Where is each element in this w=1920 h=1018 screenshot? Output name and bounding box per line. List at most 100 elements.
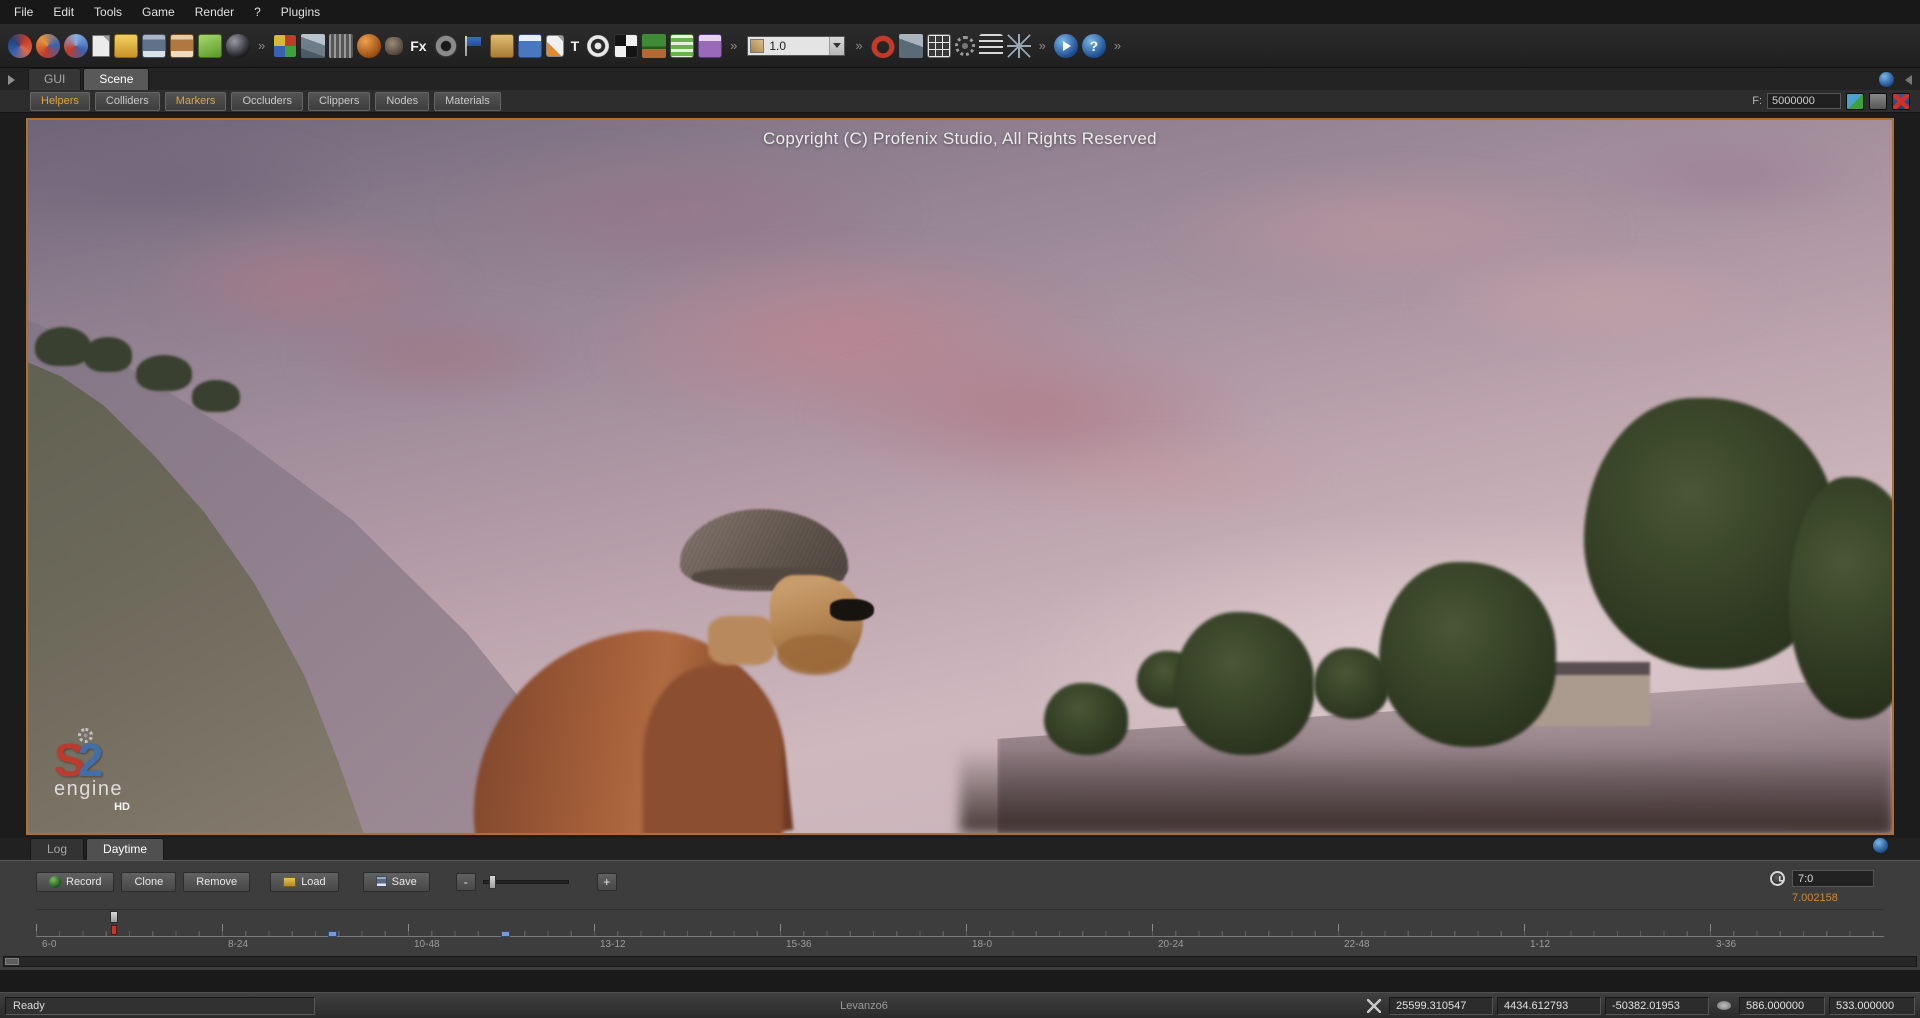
- gear-icon[interactable]: [955, 36, 975, 56]
- s2-open-project-icon[interactable]: [36, 34, 60, 58]
- viewport-close-icon[interactable]: [1892, 93, 1910, 110]
- checker-icon[interactable]: [614, 34, 638, 58]
- zoom-out-button[interactable]: -: [456, 873, 476, 891]
- cube-icon[interactable]: [273, 34, 297, 58]
- clippers-button[interactable]: Clippers: [308, 92, 370, 111]
- logo-s2: S2: [54, 738, 184, 782]
- clock-icon: [1770, 871, 1785, 886]
- mesh-icon[interactable]: [329, 34, 353, 58]
- toolbar-overflow-chevron[interactable]: »: [730, 38, 737, 53]
- timeline-label: 10-48: [414, 939, 440, 950]
- markers-button[interactable]: Markers: [165, 92, 227, 111]
- record-button[interactable]: Record: [36, 872, 114, 892]
- fog-terrain-icon[interactable]: [899, 34, 923, 58]
- copyright-watermark: Copyright (C) Profenix Studio, All Right…: [28, 129, 1892, 149]
- tab-daytime[interactable]: Daytime: [86, 838, 164, 860]
- clone-button[interactable]: Clone: [121, 872, 176, 892]
- save-as-icon[interactable]: [170, 34, 194, 58]
- task-list-icon[interactable]: [670, 34, 694, 58]
- viewport-monitor-icon[interactable]: [1869, 93, 1887, 110]
- planet-icon[interactable]: [357, 34, 381, 58]
- timeline-scrollbar[interactable]: [3, 956, 1917, 967]
- ridge-tree: [84, 337, 132, 371]
- s2-new-project-icon[interactable]: [8, 34, 32, 58]
- daytime-timeline[interactable]: 6-0 8-24 10-48 13-12 15-36 18-0 20-24 22…: [36, 909, 1884, 947]
- timeline-cursor-handle[interactable]: [110, 911, 118, 923]
- tab-log[interactable]: Log: [30, 838, 84, 860]
- viewport-3d[interactable]: Copyright (C) Profenix Studio, All Right…: [26, 118, 1894, 835]
- timeline-label: 13-12: [600, 939, 626, 950]
- nodes-button[interactable]: Nodes: [375, 92, 429, 111]
- horizontal-lines-icon[interactable]: [979, 34, 1003, 58]
- play-icon[interactable]: [1054, 34, 1078, 58]
- import-file-icon[interactable]: [114, 34, 138, 58]
- save-file-icon[interactable]: [142, 34, 166, 58]
- menu-item-help[interactable]: ?: [244, 3, 271, 21]
- colliders-button[interactable]: Colliders: [95, 92, 160, 111]
- coord-z-value: -50382.01953: [1605, 997, 1709, 1015]
- plant-icon[interactable]: [642, 34, 666, 58]
- bottom-panel-options-icon[interactable]: [1873, 838, 1888, 853]
- timeline-current-marker[interactable]: [111, 925, 117, 935]
- toolbar-overflow-chevron[interactable]: »: [1039, 38, 1046, 53]
- menu-item-edit[interactable]: Edit: [43, 3, 84, 21]
- grid-icon[interactable]: [927, 34, 951, 58]
- time-input[interactable]: [1792, 870, 1874, 887]
- timeline-scrollbar-thumb[interactable]: [5, 958, 19, 965]
- brush-icon: [1717, 1001, 1731, 1010]
- materials-button[interactable]: Materials: [434, 92, 501, 111]
- s2-save-project-icon[interactable]: [64, 34, 88, 58]
- slider-thumb[interactable]: [489, 875, 496, 889]
- texture-scale-combo[interactable]: 1.0: [747, 36, 845, 56]
- menu-item-plugins[interactable]: Plugins: [271, 3, 330, 21]
- toolbar-overflow-chevron[interactable]: »: [855, 38, 862, 53]
- toolbar-overflow-chevron[interactable]: »: [1114, 38, 1121, 53]
- snowflake-icon[interactable]: [1007, 34, 1031, 58]
- zoom-in-button[interactable]: +: [597, 873, 617, 891]
- timeline-keyframe-marker[interactable]: [501, 931, 510, 937]
- render-orb-icon[interactable]: [226, 34, 250, 58]
- terrain-icon[interactable]: [301, 34, 325, 58]
- text-tool-icon[interactable]: T: [571, 38, 580, 54]
- window-tool-icon[interactable]: [518, 34, 542, 58]
- menu-item-tools[interactable]: Tools: [84, 3, 132, 21]
- script-icon[interactable]: [546, 35, 564, 57]
- toolbar-overflow-chevron[interactable]: »: [258, 38, 265, 53]
- flag-icon[interactable]: [462, 34, 486, 58]
- tab-scroll-right-icon[interactable]: [1900, 75, 1912, 85]
- panel-gap: [0, 970, 1920, 992]
- help-icon[interactable]: ?: [1082, 34, 1106, 58]
- remove-button[interactable]: Remove: [183, 872, 250, 892]
- occluders-button[interactable]: Occluders: [231, 92, 303, 111]
- film-wheel-icon[interactable]: [434, 34, 458, 58]
- target-icon[interactable]: [586, 34, 610, 58]
- save-label: Save: [392, 876, 417, 888]
- window-purple-icon[interactable]: [698, 34, 722, 58]
- save-button[interactable]: Save: [363, 872, 430, 892]
- tab-scroll-left-icon[interactable]: [8, 75, 20, 85]
- question-glyph: ?: [1082, 38, 1106, 54]
- far-clip-input[interactable]: [1767, 93, 1841, 109]
- tab-gui[interactable]: GUI: [28, 68, 81, 90]
- export-file-icon[interactable]: [198, 34, 222, 58]
- rock-icon[interactable]: [385, 37, 403, 55]
- ridge-tree: [35, 327, 91, 366]
- panel-options-icon[interactable]: [1879, 72, 1894, 87]
- timeline-keyframe-marker[interactable]: [328, 931, 337, 937]
- fx-tool-icon[interactable]: Fx: [410, 38, 426, 54]
- viewport-mode-icon[interactable]: [1846, 93, 1864, 110]
- menu-item-file[interactable]: File: [4, 3, 43, 21]
- timeline-zoom-slider[interactable]: [483, 874, 569, 890]
- engine-logo: S2 engine HD: [54, 738, 184, 813]
- tab-scene[interactable]: Scene: [83, 68, 149, 90]
- undo-icon[interactable]: [871, 34, 895, 58]
- value-b: 533.000000: [1829, 997, 1915, 1015]
- load-button[interactable]: Load: [270, 872, 338, 892]
- menu-item-render[interactable]: Render: [185, 3, 244, 21]
- combo-dropdown-button[interactable]: [829, 37, 844, 55]
- new-file-icon[interactable]: [92, 35, 110, 57]
- helpers-button[interactable]: Helpers: [30, 92, 90, 111]
- menu-item-game[interactable]: Game: [132, 3, 185, 21]
- package-icon[interactable]: [490, 34, 514, 58]
- play-triangle-icon: [1063, 41, 1076, 51]
